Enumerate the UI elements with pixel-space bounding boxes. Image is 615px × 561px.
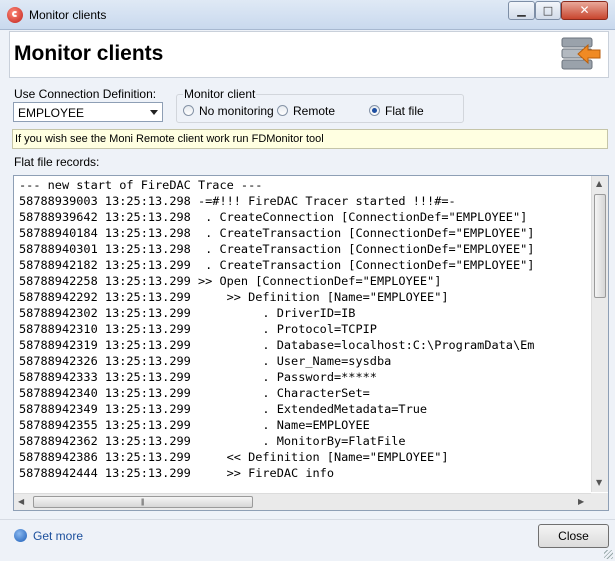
log-line: 58788942362 13:25:13.299 . MonitorBy=Fla… [19, 434, 406, 448]
scroll-down-icon[interactable]: ▼ [596, 478, 602, 488]
log-line: 58788942302 13:25:13.299 . DriverID=IB [19, 306, 356, 320]
radio-flat-file-label: Flat file [385, 104, 424, 118]
radio-flat-file-dot[interactable] [369, 105, 380, 116]
title-bar[interactable]: Monitor clients ▁ □ ✕ [0, 0, 615, 30]
radio-no-monitoring-label: No monitoring [199, 104, 274, 118]
vertical-scroll-thumb[interactable] [594, 194, 606, 298]
log-line: 58788942386 13:25:13.299 << Definition [… [19, 450, 449, 464]
radio-no-monitoring-dot[interactable] [183, 105, 194, 116]
resize-grip-icon[interactable] [604, 550, 613, 559]
vertical-scrollbar[interactable]: ▲ ▼ [591, 176, 608, 492]
info-bar: If you wish see the Moni Remote client w… [12, 129, 608, 149]
log-lines: --- new start of FireDAC Trace --- 587889… [19, 177, 593, 493]
flat-file-records-label: Flat file records: [14, 155, 100, 169]
close-button[interactable]: Close [538, 524, 609, 548]
log-line: 58788940301 13:25:13.298 . CreateTransac… [19, 242, 535, 256]
log-line: 58788942319 13:25:13.299 . Database=loca… [19, 338, 535, 352]
log-line: 58788939642 13:25:13.298 . CreateConnect… [19, 210, 528, 224]
radio-remote-label: Remote [293, 104, 336, 118]
log-line: --- new start of FireDAC Trace --- [19, 178, 263, 192]
info-text: If you wish see the Moni Remote client w… [15, 133, 324, 145]
scroll-left-icon[interactable]: ◀ [18, 497, 24, 507]
log-line: 58788940184 13:25:13.298 . CreateTransac… [19, 226, 535, 240]
app-icon [7, 7, 23, 23]
horizontal-scroll-thumb[interactable]: ||| [33, 496, 253, 508]
log-line: 58788942355 13:25:13.299 . Name=EMPLOYEE [19, 418, 370, 432]
connection-definition-label: Use Connection Definition: [14, 87, 157, 101]
horizontal-scrollbar[interactable]: ◀ ||| ▶ [14, 493, 591, 510]
log-line: 58788942326 13:25:13.299 . User_Name=sys… [19, 354, 392, 368]
maximize-button[interactable]: □ [535, 1, 561, 20]
log-line: 58788942310 13:25:13.299 . Protocol=TCPI… [19, 322, 377, 336]
log-line: 58788942349 13:25:13.299 . ExtendedMetad… [19, 402, 428, 416]
close-window-button[interactable]: ✕ [561, 1, 608, 20]
footer-divider [0, 519, 615, 520]
log-line: 58788942258 13:25:13.299 >> Open [Connec… [19, 274, 442, 288]
log-line: 58788942182 13:25:13.299 . CreateTransac… [19, 258, 535, 272]
grip-icon: ||| [141, 499, 145, 506]
radio-remote-dot[interactable] [277, 105, 288, 116]
log-line: 58788939003 13:25:13.298 -=#!!! FireDAC … [19, 194, 456, 208]
scrollbar-corner [591, 493, 608, 510]
scroll-right-icon[interactable]: ▶ [578, 497, 584, 507]
log-line: 58788942333 13:25:13.299 . Password=****… [19, 370, 377, 384]
log-line: 58788942444 13:25:13.299 >> FireDAC info [19, 466, 334, 480]
get-more-label[interactable]: Get more [33, 529, 83, 543]
flat-file-records-memo[interactable]: --- new start of FireDAC Trace --- 587889… [13, 175, 609, 511]
monitor-client-legend: Monitor client [183, 87, 257, 101]
page-title: Monitor clients [14, 42, 164, 65]
log-line: 58788942340 13:25:13.299 . CharacterSet= [19, 386, 370, 400]
minimize-button[interactable]: ▁ [508, 1, 535, 20]
info-icon [14, 529, 27, 542]
window-title: Monitor clients [29, 8, 107, 22]
log-line: 58788942292 13:25:13.299 >> Definition [… [19, 290, 449, 304]
connection-definition-value: EMPLOYEE [18, 106, 85, 120]
chevron-down-icon [150, 110, 158, 115]
connection-definition-select[interactable]: EMPLOYEE [13, 102, 163, 122]
header-panel: Monitor clients [9, 31, 609, 78]
database-export-icon [561, 37, 601, 70]
scroll-up-icon[interactable]: ▲ [596, 179, 602, 189]
monitor-clients-window: Monitor clients ▁ □ ✕ Monitor clients Us… [0, 0, 615, 561]
